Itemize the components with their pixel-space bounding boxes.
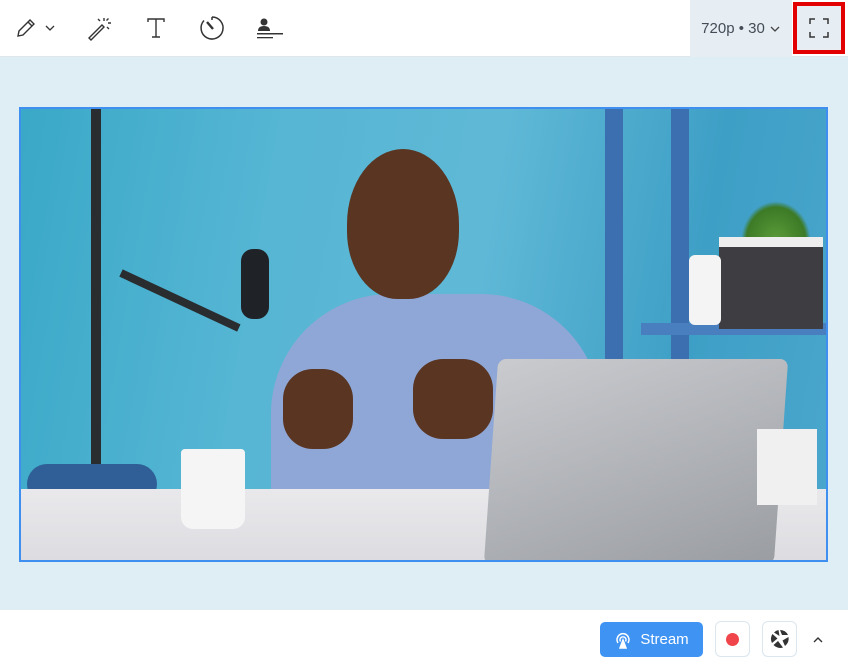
- camera-preview[interactable]: [19, 107, 828, 562]
- mic-arm: [119, 269, 241, 332]
- timer-icon: [200, 16, 224, 40]
- top-toolbar: 720p • 30: [0, 0, 848, 57]
- record-button[interactable]: [715, 621, 750, 657]
- pen-holder: [757, 429, 817, 505]
- preview-stage: [0, 57, 848, 610]
- lower-third-tool-button[interactable]: [254, 10, 284, 46]
- record-icon: [726, 632, 739, 646]
- pencil-icon: [17, 19, 35, 37]
- mug: [181, 449, 245, 529]
- stream-label: Stream: [640, 631, 689, 648]
- plant: [741, 201, 811, 241]
- snapshot-button[interactable]: [762, 621, 797, 657]
- clapperboard: [719, 237, 823, 329]
- laptop: [483, 359, 789, 560]
- person-hand: [413, 359, 493, 439]
- vase: [689, 255, 721, 325]
- pen-tool-button[interactable]: [12, 10, 58, 46]
- lower-third-icon: [257, 18, 283, 39]
- resolution-label: 720p • 30: [701, 20, 765, 37]
- magic-wand-icon: [88, 18, 111, 41]
- chevron-down-icon: [770, 26, 780, 32]
- bottom-bar: Stream: [0, 610, 848, 668]
- person-hand: [283, 369, 353, 449]
- broadcast-icon: [616, 632, 631, 649]
- resolution-dropdown[interactable]: 720p • 30: [690, 0, 792, 57]
- microphone: [241, 249, 269, 319]
- mic-stand: [91, 109, 101, 469]
- text-tool-button[interactable]: [142, 10, 170, 46]
- stream-button[interactable]: Stream: [600, 622, 703, 657]
- timer-tool-button[interactable]: [197, 10, 227, 46]
- expand-button[interactable]: [806, 628, 830, 652]
- person-head: [347, 149, 459, 299]
- shelf-post: [605, 109, 623, 369]
- camera-shutter-icon: [770, 630, 789, 648]
- text-icon: [147, 18, 165, 38]
- fullscreen-icon: [809, 18, 829, 38]
- fullscreen-button[interactable]: [793, 2, 845, 54]
- chevron-down-icon: [45, 25, 55, 31]
- chevron-up-icon: [813, 637, 823, 643]
- effects-tool-button[interactable]: [84, 10, 114, 46]
